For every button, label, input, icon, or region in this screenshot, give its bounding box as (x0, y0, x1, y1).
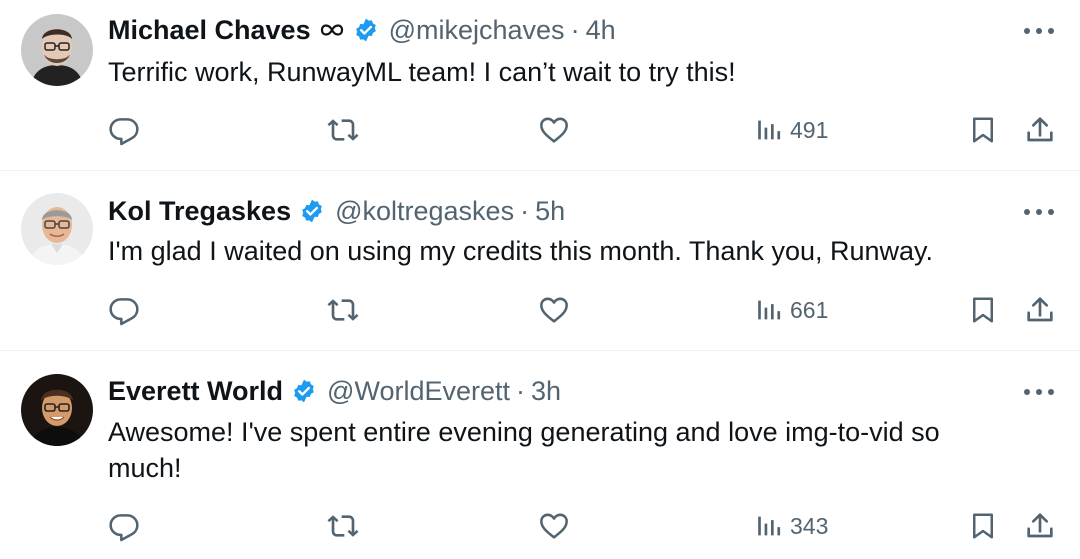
heart-icon (540, 297, 568, 323)
views-count: 491 (790, 116, 829, 143)
reply-button[interactable] (108, 294, 140, 326)
bookmark-icon (973, 117, 993, 143)
retweet-button[interactable] (326, 114, 360, 146)
tweet-text: Terrific work, RunwayML team! I can’t wa… (108, 57, 736, 87)
verified-badge-icon (291, 378, 317, 404)
tweet[interactable]: Michael Chaves @mikejchaves · 4h Terrifi… (0, 0, 1080, 171)
more-options-icon[interactable] (1024, 207, 1054, 217)
timestamp[interactable]: 5h (535, 195, 565, 227)
display-name[interactable]: Kol Tregaskes (108, 195, 291, 227)
bookmark-icon (973, 513, 993, 539)
timestamp[interactable]: 4h (586, 14, 616, 46)
bookmark-icon (973, 297, 993, 323)
avatar[interactable] (21, 193, 93, 265)
tweet-text: Awesome! I've spent entire evening gener… (108, 417, 940, 483)
share-icon (1027, 117, 1053, 142)
user-handle[interactable]: @mikejchaves (389, 14, 565, 46)
bookmark-button[interactable] (968, 294, 998, 326)
more-options-icon[interactable] (1024, 26, 1054, 36)
like-button[interactable] (538, 114, 570, 146)
avatar-image (21, 193, 93, 265)
reply-icon (109, 514, 139, 542)
action-bar: 491 (0, 110, 1080, 150)
retweet-icon (327, 515, 359, 537)
views-button[interactable]: 661 (756, 294, 828, 326)
verified-badge-icon (299, 198, 325, 224)
heart-icon (540, 117, 568, 143)
avatar[interactable] (21, 374, 93, 446)
separator-dot: · (570, 15, 580, 45)
retweet-icon (327, 299, 359, 321)
tweet-header: Kol Tregaskes @koltregaskes · 5h (108, 195, 565, 227)
tweet-header: Everett World @WorldEverett · 3h (108, 375, 561, 407)
like-button[interactable] (538, 294, 570, 326)
share-icon (1027, 513, 1053, 538)
share-button[interactable] (1024, 294, 1056, 326)
views-button[interactable]: 491 (756, 114, 828, 146)
bookmark-button[interactable] (968, 510, 998, 542)
avatar[interactable] (21, 14, 93, 86)
display-name[interactable]: Everett World (108, 375, 283, 407)
retweet-button[interactable] (326, 294, 360, 326)
display-name[interactable]: Michael Chaves (108, 14, 311, 46)
views-button[interactable]: 343 (756, 510, 828, 542)
timestamp[interactable]: 3h (531, 375, 561, 407)
views-count: 661 (790, 296, 829, 323)
user-handle[interactable]: @koltregaskes (335, 195, 514, 227)
action-bar: 661 (0, 291, 1080, 331)
bookmark-button[interactable] (968, 114, 998, 146)
retweet-icon (327, 119, 359, 141)
reply-icon (109, 298, 139, 326)
action-bar: 343 (0, 507, 1080, 547)
views-count: 343 (790, 512, 829, 539)
user-handle[interactable]: @WorldEverett (327, 375, 510, 407)
tweet[interactable]: Everett World @WorldEverett · 3h Awesome… (0, 350, 1080, 559)
reply-button[interactable] (108, 510, 140, 542)
more-options-icon[interactable] (1024, 387, 1054, 397)
views-chart-icon (758, 300, 781, 320)
avatar-image (21, 14, 93, 86)
separator-dot: · (516, 376, 526, 406)
share-button[interactable] (1024, 114, 1056, 146)
tweet-text: I'm glad I waited on using my credits th… (108, 236, 934, 266)
infinity-icon (319, 22, 345, 38)
share-icon (1027, 297, 1053, 322)
heart-icon (540, 513, 568, 539)
tweet-header: Michael Chaves @mikejchaves · 4h (108, 14, 616, 46)
separator-dot: · (520, 196, 530, 226)
retweet-button[interactable] (326, 510, 360, 542)
verified-badge-icon (353, 17, 379, 43)
like-button[interactable] (538, 510, 570, 542)
views-chart-icon (758, 516, 781, 536)
views-chart-icon (758, 120, 781, 140)
avatar-image (21, 374, 93, 446)
reply-icon (109, 118, 139, 146)
share-button[interactable] (1024, 510, 1056, 542)
tweet[interactable]: Kol Tregaskes @koltregaskes · 5h I'm gla… (0, 170, 1080, 351)
reply-button[interactable] (108, 114, 140, 146)
